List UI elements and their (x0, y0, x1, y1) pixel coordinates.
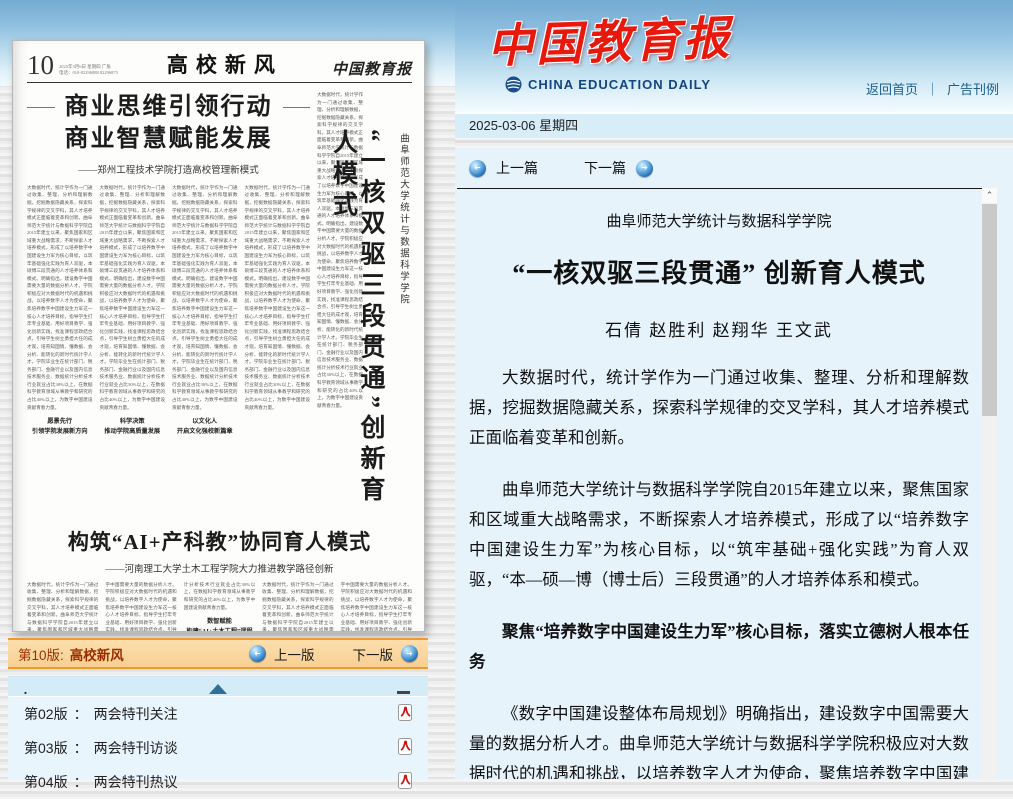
scroll-up-arrow-icon[interactable] (209, 684, 227, 694)
prev-article-globe-icon[interactable]: ➜ (469, 160, 486, 177)
next-article-button[interactable]: 下一篇 (584, 158, 626, 178)
article1-subheading-1: 愿景先行引领学院发展新方向 (27, 417, 93, 437)
edition-title[interactable]: 两会特刊访谈 (94, 738, 178, 758)
page-bar-section: 高校新风 (70, 644, 124, 664)
scan-text-column: 大数据时代，统计学作为一门通过收集、整理、分析和理解数据，挖掘数据隐藏关系，探索… (172, 185, 238, 410)
article1-body-columns: 大数据时代，统计学作为一门通过收集、整理、分析和理解数据，挖掘数据隐藏关系，探索… (27, 184, 310, 516)
scrollbar-thumb[interactable] (982, 204, 997, 416)
newspaper-article-1: 商业思维引领行动 商业智慧赋能发展 ——郑州工程技术学院打造高校管理新模式 大数… (27, 91, 310, 516)
article-nav-row: ➜ 上一篇 下一篇 ➜ (455, 148, 1013, 178)
article2-body-columns: 大数据时代，统计学作为一门通过收集、整理、分析和理解数据，挖掘数据隐藏关系，探索… (27, 581, 412, 632)
next-article-globe-icon[interactable]: ➜ (636, 160, 653, 177)
newspaper-brand: 中国教育报 (332, 58, 412, 79)
newspaper-section-title: 高校新风 (118, 49, 332, 79)
divider-line (457, 188, 985, 189)
scrollbar-up-arrow-icon[interactable]: ⌃ (982, 188, 997, 203)
edition-row[interactable]: 第04版 ： 两会特刊热议 (8, 765, 428, 799)
next-page-button[interactable]: 下一版 (353, 644, 394, 664)
article-title: “一核双驱三段贯通” 创新育人模式 (469, 253, 969, 290)
pdf-icon[interactable] (398, 772, 412, 792)
newspaper-article-2: 构筑“AI+产科教”协同育人模式 ——河南理工大学土木工程学院大力推进教学路径创… (27, 526, 412, 632)
site-header: 中国教育报 CHINA EDUCATION DAILY 返回首页｜广告刊例 (455, 0, 1013, 112)
strip-vertical-title: “一核双驱三段贯通”创新育人模式 (329, 129, 384, 529)
edition-number[interactable]: 第04版 (24, 772, 68, 792)
home-link[interactable]: 返回首页 (866, 82, 918, 97)
logo-chinese-calligraphy: 中国教育报 (486, 2, 733, 77)
strip-vertical-source: 曲阜师范大学统计与数据科学学院 (396, 133, 410, 393)
article-content: 曲阜师范大学统计与数据科学学院 “一核双驱三段贯通” 创新育人模式 石倩 赵胜利… (469, 190, 969, 779)
edition-title[interactable]: 两会特刊关注 (94, 704, 178, 724)
divider-texture (455, 138, 1013, 148)
newspaper-masthead: 10 2025年3月6日 星期四 广角 电话：010-82296888 8229… (27, 49, 412, 83)
article-reader-panel: 中国教育报 CHINA EDUCATION DAILY 返回首页｜广告刊例 20… (455, 0, 1013, 779)
edition-row-partial[interactable]: 第01版：要闻 (22, 687, 66, 696)
ads-link[interactable]: 广告刊例 (947, 82, 999, 97)
newspaper-issue-info: 2025年3月6日 星期四 广角 电话：010-82296888 8229687… (59, 64, 118, 78)
edition-list-scroll-strip: 第01版：要闻 (8, 677, 428, 697)
scan-text-column: 大数据时代，统计学作为一门通过收集、整理、分析和理解数据，挖掘数据隐藏关系，探索… (100, 185, 166, 410)
article-paragraph: 曲阜师范大学统计与数据科学学院自2015年建立以来，聚焦国家和区域重大战略需求，… (469, 475, 969, 595)
newspaper-featured-strip: 大数据时代，统计学作为一门通过收集、整理、分析和理解数据，挖掘数据隐藏关系，探索… (310, 91, 412, 516)
article-authors: 石倩 赵胜利 赵翔华 王文武 (469, 316, 969, 341)
prev-page-globe-icon[interactable]: ➜ (249, 645, 266, 662)
next-page-globe-icon[interactable]: ➜ (401, 645, 418, 662)
date-bar: 2025-03-06 星期四 (455, 112, 1013, 138)
scan-text-column: 大数据时代，统计学作为一门通过收集、整理、分析和理解数据，挖掘数据隐藏关系，探索… (245, 185, 311, 410)
logo-english-name: CHINA EDUCATION DAILY (528, 77, 711, 92)
ced-globe-icon (505, 76, 522, 93)
article2-headline: 构筑“AI+产科教”协同育人模式 (27, 526, 412, 556)
china-education-daily-page: { "header": { "logo_cn": "中国教育报", "logo_… (0, 0, 1013, 779)
scan-text-column: 大数据时代，统计学作为一门通过收集、整理、分析和理解数据，挖掘数据隐藏关系，探索… (262, 582, 412, 632)
article-paragraph: 大数据时代，统计学作为一门通过收集、整理、分析和理解数据，挖掘数据隐藏关系，探索… (469, 363, 969, 453)
article1-subheading-2: 科学决策推动学院高质量发展 (100, 417, 166, 437)
pdf-icon[interactable] (398, 738, 412, 758)
newspaper-page-number: 10 (27, 52, 54, 79)
article1-subheading-3: 以文化人开启文化强校新篇章 (172, 417, 238, 437)
article-scrollbar[interactable]: ⌃ (982, 188, 997, 779)
article2-subheading-3: 数智赋能构建“AI+土木工程”课程新生态 (184, 617, 255, 632)
site-logo: 中国教育报 CHINA EDUCATION DAILY (487, 6, 732, 93)
pdf-icon-partial (397, 691, 410, 694)
article1-headline-line2: 商业智慧赋能发展 (27, 123, 310, 155)
article2-subtitle: ——河南理工大学土木工程学院大力推进教学路径创新 (27, 561, 412, 575)
article-source: 曲阜师范大学统计与数据科学学院 (469, 210, 969, 231)
article-paragraph: 《数字中国建设整体布局规划》明确指出，建设数字中国需要大量的数据分析人才。曲阜师… (469, 699, 969, 779)
edition-list-panel: 第01版：要闻 第02版 ： 两会特刊关注 第03版 ： 两会特刊访谈 第04版… (8, 676, 428, 779)
edition-number[interactable]: 第02版 (24, 704, 68, 724)
prev-page-button[interactable]: 上一版 (274, 644, 315, 664)
pdf-icon[interactable] (398, 704, 412, 724)
prev-article-button[interactable]: 上一篇 (496, 158, 538, 178)
newspaper-page-preview[interactable]: 10 2025年3月6日 星期四 广角 电话：010-82296888 8229… (12, 40, 425, 632)
article-section-heading: 聚焦“培养数字中国建设生力军”核心目标，落实立德树人根本任务 (469, 617, 969, 677)
header-links: 返回首页｜广告刊例 (866, 79, 999, 98)
edition-number[interactable]: 第03版 (24, 738, 68, 758)
article1-subtitle: ——郑州工程技术学院打造高校管理新模式 (27, 162, 310, 176)
edition-row[interactable]: 第03版 ： 两会特刊访谈 (8, 731, 428, 765)
page-bar-label: 第10版: (18, 644, 64, 664)
scan-text-column: 大数据时代，统计学作为一门通过收集、整理、分析和理解数据，挖掘数据隐藏关系，探索… (27, 185, 93, 410)
edition-title[interactable]: 两会特刊热议 (94, 772, 178, 792)
article-panel: ➜ 上一篇 下一篇 ➜ 曲阜师范大学统计与数据科学学院 “一核双驱三段贯通” 创… (455, 148, 1013, 779)
article1-headline-line1: 商业思维引领行动 (27, 91, 310, 123)
current-page-bar: 第10版: 高校新风 ➜ 上一版 下一版 ➜ (8, 638, 428, 669)
edition-row[interactable]: 第02版 ： 两会特刊关注 (8, 697, 428, 731)
